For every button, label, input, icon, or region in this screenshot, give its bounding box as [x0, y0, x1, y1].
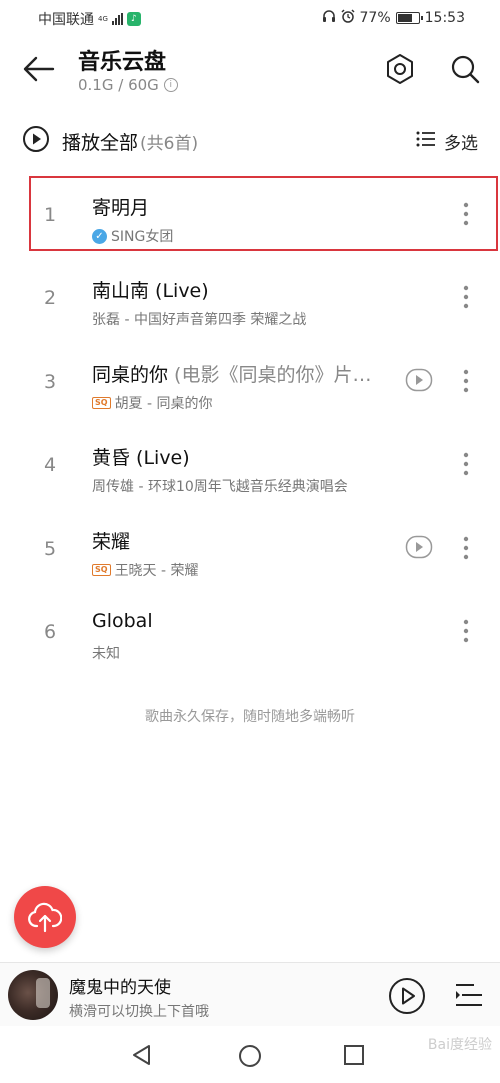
battery-icon — [395, 12, 423, 24]
play-all-button[interactable]: 播放全部 (共6首) — [22, 125, 198, 157]
song-title-main: Global — [92, 609, 153, 632]
song-meta-text: 张磊 - 中国好声音第四季 荣耀之战 — [92, 312, 307, 329]
clock: 15:53 — [424, 10, 465, 26]
carrier-name: 中国联通 — [38, 12, 94, 28]
song-title: 寄明月 — [92, 193, 149, 220]
upload-button[interactable] — [14, 886, 76, 948]
nav-home-icon[interactable] — [238, 1044, 262, 1072]
song-title: 荣耀 — [92, 527, 130, 554]
song-meta-text: SING女团 — [111, 229, 174, 245]
play-icon — [389, 978, 425, 1014]
storage-text: 0.1G / 60G — [78, 76, 159, 94]
song-title: 黄昏 (Live) — [92, 443, 190, 470]
more-options-icon[interactable] — [458, 535, 474, 561]
more-options-icon[interactable] — [458, 284, 474, 310]
song-title-extra: (电影《同桌的你》片… — [174, 363, 372, 386]
signal-icon — [111, 13, 123, 25]
song-title: 南山南 (Live) — [92, 276, 209, 303]
song-title-main: 荣耀 — [92, 530, 131, 553]
album-cover[interactable] — [8, 970, 58, 1020]
song-title-main: 南山南 (Live) — [92, 280, 209, 303]
playlist-icon — [456, 984, 482, 1006]
song-number: 5 — [43, 537, 57, 560]
song-row[interactable]: 4 黄昏 (Live) 周传雄 - 环球10周年飞越音乐经典演唱会 — [0, 426, 500, 509]
alarm-icon — [340, 9, 355, 27]
now-playing-title: 魔鬼中的天使 — [69, 978, 171, 998]
list-icon — [416, 130, 436, 153]
status-bar: 中国联通 4G ♪ 77% 15:53 — [0, 0, 500, 36]
song-artist-album: SQ 胡夏 - 同桌的你 — [92, 393, 213, 413]
song-meta-text: 周传雄 - 环球10周年飞越音乐经典演唱会 — [92, 479, 348, 496]
song-meta-text: 胡夏 - 同桌的你 — [114, 395, 213, 412]
song-title-main: 黄昏 (Live) — [92, 447, 190, 470]
song-artist-album: ✓ SING女团 — [92, 226, 173, 246]
mv-play-icon[interactable] — [405, 535, 433, 559]
song-row[interactable]: 6 Global 未知 — [0, 593, 500, 676]
song-title-main: 寄明月 — [92, 197, 150, 219]
song-title: 同桌的你 (电影《同桌的你》片… — [92, 360, 371, 387]
sq-quality-badge: SQ — [92, 396, 111, 409]
song-row[interactable]: 1 寄明月 ✓ SING女团 — [0, 176, 500, 259]
search-icon[interactable] — [448, 52, 482, 86]
system-nav-bar: Bai度经验 — [0, 1026, 500, 1083]
back-arrow-icon[interactable] — [20, 50, 58, 88]
song-meta-text: 未知 — [92, 645, 120, 662]
verified-icon: ✓ — [92, 228, 107, 244]
nav-back-icon[interactable] — [131, 1044, 153, 1070]
playlist-button[interactable] — [454, 981, 484, 1009]
watermark: Bai度经验 — [427, 1037, 492, 1053]
play-circle-icon — [22, 125, 50, 157]
cloud-upload-icon — [28, 902, 62, 933]
song-number: 1 — [43, 204, 57, 226]
app-notification-icon: ♪ — [126, 12, 141, 26]
footer-tip: 歌曲永久保存，随时随地多端畅听 — [145, 709, 355, 725]
nav-recent-icon[interactable] — [343, 1044, 365, 1070]
info-icon[interactable]: i — [163, 78, 178, 92]
song-row[interactable]: 5 荣耀 SQ 王晓天 - 荣耀 — [0, 510, 500, 593]
header: 音乐云盘 0.1G / 60G i — [0, 36, 500, 106]
play-button[interactable] — [388, 977, 426, 1015]
song-number: 6 — [43, 620, 57, 643]
song-artist-album: 未知 — [92, 643, 120, 663]
more-options-icon[interactable] — [458, 201, 474, 227]
more-options-icon[interactable] — [458, 618, 474, 644]
page-title: 音乐云盘 — [78, 50, 167, 75]
song-number: 4 — [43, 454, 57, 477]
song-number: 3 — [43, 370, 57, 393]
multi-select-label: 多选 — [444, 134, 478, 154]
battery-percent: 77% — [359, 10, 391, 26]
sq-quality-badge: SQ — [92, 563, 111, 576]
mini-player[interactable]: 魔鬼中的天使 横滑可以切换上下首哦 — [0, 962, 500, 1026]
more-options-icon[interactable] — [458, 451, 474, 477]
song-artist-album: 周传雄 - 环球10周年飞越音乐经典演唱会 — [92, 476, 348, 496]
song-artist-album: 张磊 - 中国好声音第四季 荣耀之战 — [92, 309, 306, 329]
multi-select-button[interactable]: 多选 — [416, 129, 478, 154]
song-row[interactable]: 3 同桌的你 (电影《同桌的你》片… SQ 胡夏 - 同桌的你 — [0, 343, 500, 426]
more-options-icon[interactable] — [458, 368, 474, 394]
song-title: Global — [92, 610, 153, 632]
play-all-label: 播放全部 — [62, 131, 139, 154]
mv-play-icon[interactable] — [405, 368, 433, 392]
play-all-bar: 播放全部 (共6首) 多选 — [0, 120, 500, 164]
now-playing-hint: 横滑可以切换上下首哦 — [69, 1004, 209, 1020]
song-row[interactable]: 2 南山南 (Live) 张磊 - 中国好声音第四季 荣耀之战 — [0, 259, 500, 342]
song-meta-text: 王晓天 - 荣耀 — [114, 562, 199, 579]
song-count: (共6首) — [140, 133, 199, 154]
song-title-main: 同桌的你 — [92, 363, 175, 386]
song-number: 2 — [43, 287, 57, 310]
headphone-icon — [322, 9, 336, 27]
network-type: 4G — [98, 14, 108, 23]
storage-usage: 0.1G / 60G i — [78, 76, 178, 94]
settings-hexagon-icon[interactable] — [383, 52, 417, 86]
song-artist-album: SQ 王晓天 - 荣耀 — [92, 560, 199, 580]
song-list: 1 寄明月 ✓ SING女团 2 南山南 (Live) 张磊 - 中国好声音第四季 荣耀之战… — [0, 176, 500, 676]
